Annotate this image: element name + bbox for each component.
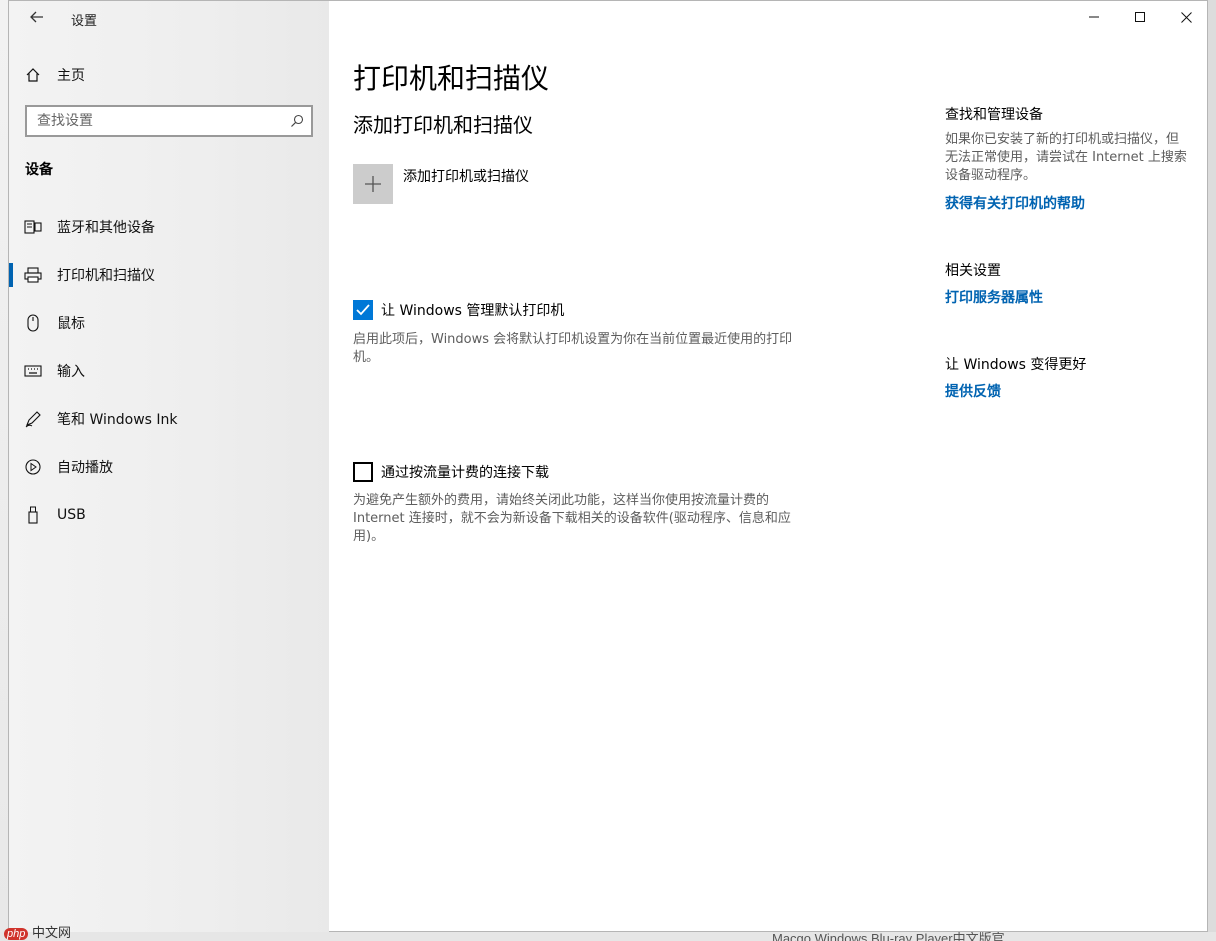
sidebar-nav: 蓝牙和其他设备 打印机和扫描仪 鼠标 输入 笔和 Windows Ink 自动播… (9, 203, 329, 539)
sidebar-item-label: 主页 (57, 68, 85, 84)
autoplay-icon (9, 458, 57, 476)
feedback-link[interactable]: 提供反馈 (945, 381, 1001, 401)
section-heading: 设备 (25, 162, 53, 178)
usb-icon (9, 506, 57, 524)
sidebar-item-bluetooth[interactable]: 蓝牙和其他设备 (9, 203, 329, 251)
find-devices-heading: 查找和管理设备 (945, 107, 1043, 123)
sidebar-item-label: 鼠标 (57, 316, 85, 332)
printer-help-link[interactable]: 获得有关打印机的帮助 (945, 193, 1085, 213)
window-title: 设置 (71, 14, 98, 29)
minimize-button[interactable] (1071, 1, 1117, 33)
related-settings-heading: 相关设置 (945, 263, 1001, 279)
default-printer-checkbox[interactable] (353, 300, 373, 320)
metered-download-checkbox[interactable] (353, 462, 373, 482)
sidebar-item-label: 笔和 Windows Ink (57, 412, 178, 428)
page-title: 打印机和扫描仪 (353, 62, 550, 95)
close-icon (1180, 11, 1192, 23)
default-printer-label: 让 Windows 管理默认打印机 (381, 303, 565, 319)
maximize-icon (1135, 12, 1145, 22)
sidebar-item-mouse[interactable]: 鼠标 (9, 299, 329, 347)
site-watermark: php 中文网 (4, 922, 71, 941)
close-button[interactable] (1163, 1, 1209, 33)
sidebar-item-label: 输入 (57, 364, 85, 380)
sidebar-item-label: 打印机和扫描仪 (57, 268, 155, 284)
sidebar-item-label: 蓝牙和其他设备 (57, 220, 155, 236)
plus-icon (353, 164, 393, 204)
home-icon (9, 67, 57, 83)
settings-window: 设置 主页 设备 蓝牙和其他设备 (8, 0, 1208, 932)
pen-icon (9, 410, 57, 428)
sidebar-item-pen[interactable]: 笔和 Windows Ink (9, 395, 329, 443)
sidebar-item-label: USB (57, 507, 86, 523)
minimize-icon (1089, 16, 1099, 18)
watermark-text: 中文网 (31, 925, 71, 940)
sidebar-item-autoplay[interactable]: 自动播放 (9, 443, 329, 491)
back-arrow-icon (30, 11, 43, 23)
window-controls (1071, 1, 1209, 33)
metered-download-toggle[interactable]: 通过按流量计费的连接下载 (353, 462, 549, 482)
improve-windows-heading: 让 Windows 变得更好 (945, 357, 1087, 373)
search-box[interactable] (25, 105, 313, 137)
search-icon[interactable] (283, 114, 311, 128)
metered-download-label: 通过按流量计费的连接下载 (381, 465, 549, 481)
maximize-button[interactable] (1117, 1, 1163, 33)
back-button[interactable] (25, 7, 49, 29)
sidebar: 设置 主页 设备 蓝牙和其他设备 (9, 1, 329, 932)
printer-icon (9, 267, 57, 283)
add-printer-button[interactable]: 添加打印机或扫描仪 (353, 164, 529, 204)
checkmark-icon (356, 304, 370, 316)
desktop-background (0, 0, 8, 941)
print-server-properties-link[interactable]: 打印服务器属性 (945, 287, 1043, 307)
metered-download-description: 为避免产生额外的费用，请始终关闭此功能，这样当你使用按流量计费的 Interne… (353, 493, 791, 544)
php-logo: php (4, 928, 29, 940)
default-printer-toggle[interactable]: 让 Windows 管理默认打印机 (353, 300, 564, 320)
bluetooth-devices-icon (9, 219, 57, 235)
sidebar-item-label: 自动播放 (57, 460, 113, 476)
keyboard-icon (9, 365, 57, 377)
find-devices-text: 如果你已安装了新的打印机或扫描仪，但无法正常使用，请尝试在 Internet 上… (945, 132, 1187, 183)
search-input[interactable] (37, 113, 283, 129)
sidebar-item-usb[interactable]: USB (9, 491, 329, 539)
add-printer-label: 添加打印机或扫描仪 (403, 169, 529, 185)
mouse-icon (9, 314, 57, 332)
sidebar-item-home[interactable]: 主页 (9, 59, 329, 91)
default-printer-description: 启用此项后，Windows 会将默认打印机设置为你在当前位置最近使用的打印机。 (353, 332, 793, 365)
sidebar-item-typing[interactable]: 输入 (9, 347, 329, 395)
main-content: 打印机和扫描仪 添加打印机和扫描仪 添加打印机或扫描仪 让 Windows 管理… (329, 1, 1209, 932)
sidebar-item-printers[interactable]: 打印机和扫描仪 (9, 251, 329, 299)
add-section-title: 添加打印机和扫描仪 (353, 113, 533, 137)
